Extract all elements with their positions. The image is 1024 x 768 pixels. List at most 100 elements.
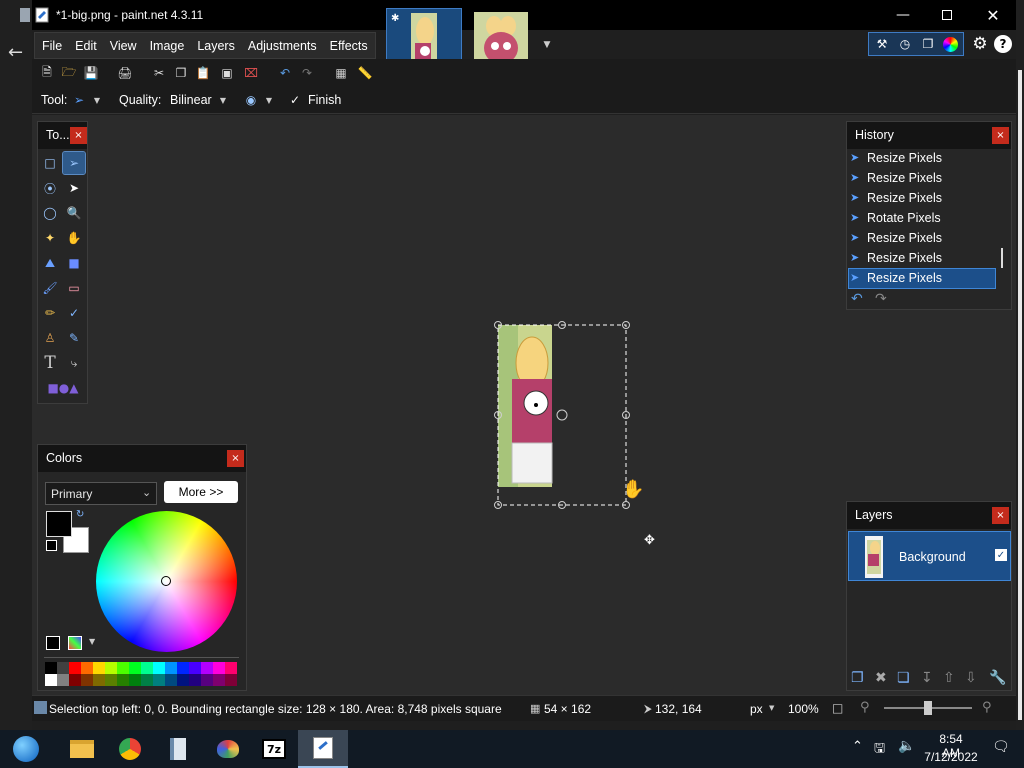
- selection-mode-arrow-icon[interactable]: ▼: [260, 91, 278, 109]
- layers-panel-header[interactable]: Layers ×: [847, 502, 1011, 529]
- palette-swatch[interactable]: [93, 674, 105, 686]
- move-layer-up-icon[interactable]: ⇧: [943, 670, 955, 686]
- history-item[interactable]: ➤ Rotate Pixels: [849, 209, 995, 228]
- history-redo-icon[interactable]: ↷: [875, 291, 887, 307]
- menu-edit[interactable]: Edit: [68, 33, 103, 53]
- palette-swatch[interactable]: [165, 674, 177, 686]
- palette-swatch[interactable]: [57, 674, 69, 686]
- palette-swatch[interactable]: [225, 662, 237, 674]
- history-toggle-icon[interactable]: ◷: [896, 35, 914, 53]
- color-wheel-cursor[interactable]: [161, 576, 171, 586]
- book-app-icon[interactable]: [156, 730, 200, 768]
- undo-icon[interactable]: ↶: [276, 64, 294, 82]
- maximize-button[interactable]: [924, 0, 970, 30]
- open-file-icon[interactable]: 🗁: [60, 64, 78, 82]
- layers-panel-close-button[interactable]: ×: [992, 507, 1009, 524]
- settings-gear-icon[interactable]: ⚙: [970, 34, 990, 54]
- redo-icon[interactable]: ↷: [298, 64, 316, 82]
- rectangle-select-icon[interactable]: □: [39, 152, 61, 174]
- paintnet-taskbar-icon[interactable]: [298, 730, 348, 768]
- palette-swatch[interactable]: [81, 662, 93, 674]
- lasso-select-icon[interactable]: ⦿: [39, 177, 61, 199]
- menu-adjustments[interactable]: Adjustments: [241, 33, 323, 53]
- layers-toggle-icon[interactable]: ❐: [919, 35, 937, 53]
- zoom-slider-thumb[interactable]: [924, 701, 932, 715]
- finish-button[interactable]: Finish: [308, 93, 341, 107]
- palette-swatch[interactable]: [117, 662, 129, 674]
- history-item[interactable]: ➤ Resize Pixels: [849, 149, 995, 168]
- quality-dropdown-arrow-icon[interactable]: ▼: [214, 91, 232, 109]
- swap-colors-icon[interactable]: ↻: [76, 509, 84, 520]
- duplicate-layer-icon[interactable]: ❏: [897, 670, 910, 686]
- units-dropdown-arrow-icon[interactable]: ▼: [769, 704, 774, 712]
- palette-swatch[interactable]: [213, 674, 225, 686]
- pan-icon[interactable]: ✋: [63, 227, 85, 249]
- primary-color-swatch[interactable]: [46, 511, 72, 537]
- palette-swatch[interactable]: [177, 662, 189, 674]
- file-explorer-icon[interactable]: [60, 730, 104, 768]
- grid-icon[interactable]: ▦: [332, 64, 350, 82]
- gradient-icon[interactable]: ■: [63, 252, 85, 274]
- zoom-to-window-icon[interactable]: □: [832, 701, 843, 715]
- add-layer-icon[interactable]: ❐: [851, 670, 864, 686]
- zoom-slider[interactable]: [884, 701, 972, 715]
- units-dropdown[interactable]: px: [750, 702, 763, 716]
- palette-swatch[interactable]: [93, 662, 105, 674]
- history-item[interactable]: ➤ Resize Pixels: [849, 169, 995, 188]
- zoom-out-icon[interactable]: ⚲: [860, 700, 870, 715]
- quality-dropdown[interactable]: Bilinear: [170, 93, 212, 107]
- palette-swatch[interactable]: [225, 674, 237, 686]
- palette-swatch[interactable]: [45, 662, 57, 674]
- palette-swatch[interactable]: [117, 674, 129, 686]
- recolor-icon[interactable]: ✎: [63, 327, 85, 349]
- image-canvas[interactable]: [492, 319, 632, 513]
- colors-panel-close-button[interactable]: ×: [227, 450, 244, 467]
- show-hidden-icons-icon[interactable]: ⌃: [852, 739, 863, 754]
- clone-stamp-icon[interactable]: ♙: [39, 327, 61, 349]
- palette-swatch[interactable]: [201, 674, 213, 686]
- zoom-icon[interactable]: 🔍: [63, 202, 85, 224]
- crop-to-selection-icon[interactable]: ▣: [218, 64, 236, 82]
- finish-check-icon[interactable]: ✓: [286, 91, 304, 109]
- palette-swatch[interactable]: [45, 674, 57, 686]
- menu-file[interactable]: File: [35, 33, 68, 53]
- palette-swatch[interactable]: [129, 674, 141, 686]
- history-item[interactable]: ➤ Resize Pixels: [849, 229, 995, 248]
- move-selected-pixels-icon[interactable]: ➢: [70, 91, 88, 109]
- new-file-icon[interactable]: 🗎: [38, 64, 56, 82]
- colors-panel-header[interactable]: Colors ×: [38, 445, 246, 472]
- move-selected-pixels-tool-icon[interactable]: ➢: [62, 151, 86, 175]
- pencil-icon[interactable]: ✏: [39, 302, 61, 324]
- network-icon[interactable]: 🖫: [874, 739, 885, 761]
- paint-bucket-icon[interactable]: ⛰: [39, 252, 61, 274]
- line-curve-icon[interactable]: ⤷: [63, 352, 85, 374]
- palette-swatch[interactable]: [165, 662, 177, 674]
- tools-panel-close-button[interactable]: ×: [70, 127, 87, 144]
- tools-toggle-icon[interactable]: ⚒: [873, 35, 891, 53]
- copy-icon[interactable]: ❐: [172, 64, 190, 82]
- help-icon[interactable]: ?: [994, 35, 1012, 53]
- clock-date[interactable]: 7/12/2022: [922, 750, 980, 764]
- more-colors-button[interactable]: More >>: [164, 481, 238, 503]
- eraser-icon[interactable]: ▭: [63, 277, 85, 299]
- layer-properties-icon[interactable]: 🔧: [989, 670, 1006, 686]
- volume-icon[interactable]: 🔈: [898, 738, 915, 754]
- history-item[interactable]: ➤ Resize Pixels: [849, 189, 995, 208]
- text-icon[interactable]: T: [39, 352, 61, 374]
- shapes-icon[interactable]: ■●▲: [46, 377, 80, 399]
- color-wheel[interactable]: [96, 511, 237, 652]
- minimize-button[interactable]: —: [880, 0, 926, 30]
- palette-swatch[interactable]: [105, 674, 117, 686]
- move-layer-down-icon[interactable]: ⇩: [965, 670, 977, 686]
- deselect-icon[interactable]: ⌧: [242, 64, 260, 82]
- menu-view[interactable]: View: [103, 33, 143, 53]
- paint-app-icon[interactable]: [206, 730, 250, 768]
- palette-swatch[interactable]: [141, 674, 153, 686]
- palette-swatch[interactable]: [153, 662, 165, 674]
- palette-swatch[interactable]: [189, 674, 201, 686]
- paste-icon[interactable]: 📋: [194, 64, 212, 82]
- delete-layer-icon[interactable]: ✖: [875, 670, 887, 686]
- history-undo-icon[interactable]: ↶: [851, 291, 863, 307]
- color-mode-dropdown[interactable]: Primary ⌄: [45, 482, 157, 505]
- back-arrow-icon[interactable]: ←: [8, 42, 28, 63]
